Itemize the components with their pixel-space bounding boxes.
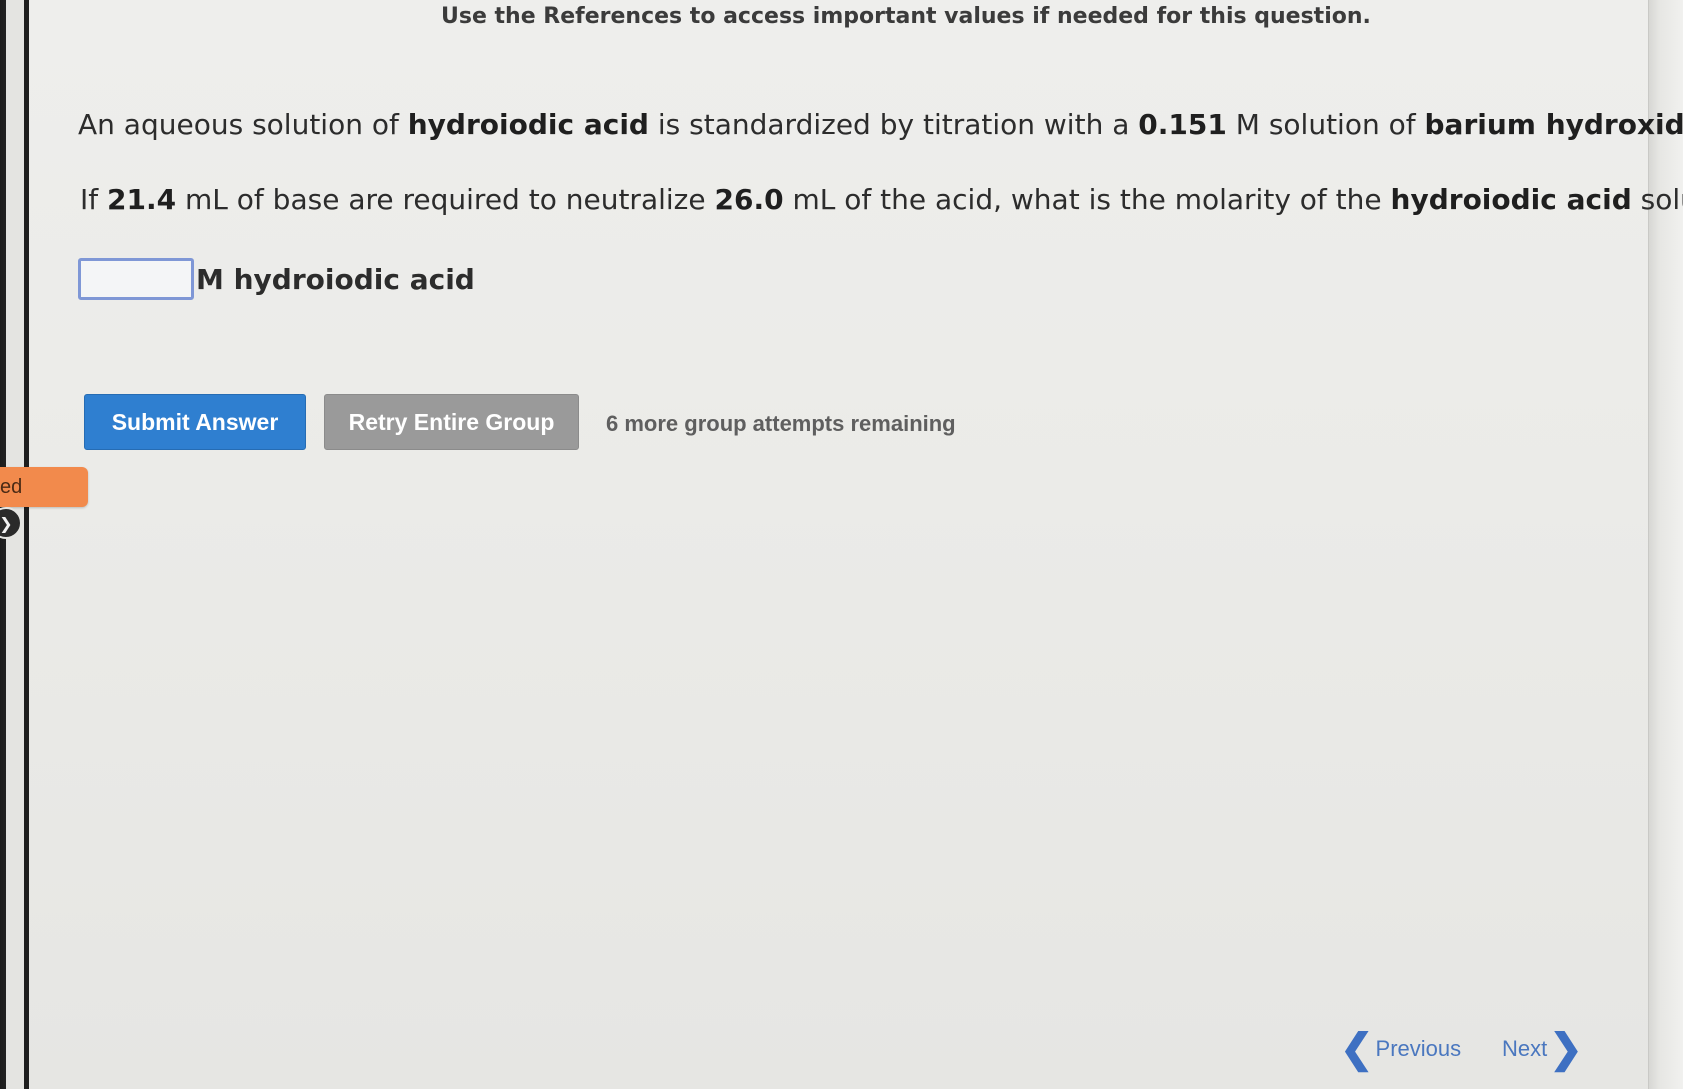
left-panel-strip bbox=[6, 0, 29, 1089]
question-text: mL of base are required to neutralize bbox=[176, 183, 715, 216]
question-term: hydroiodic acid bbox=[1390, 183, 1632, 216]
previous-button[interactable]: ❮ Previous bbox=[1340, 1028, 1461, 1070]
question-text: mL of the acid, what is the molarity of … bbox=[783, 183, 1391, 216]
question-paragraph-1: An aqueous solution of hydroiodic acid i… bbox=[78, 108, 1683, 141]
question-paragraph-2: If 21.4 mL of base are required to neutr… bbox=[80, 183, 1683, 216]
right-edge bbox=[1648, 0, 1683, 1089]
question-term: barium hydroxide bbox=[1424, 108, 1683, 141]
molarity-answer-input[interactable] bbox=[78, 258, 194, 300]
chevron-right-icon: ❯ bbox=[1549, 1027, 1583, 1071]
attempts-remaining-text: 6 more group attempts remaining bbox=[606, 411, 956, 436]
page: Use the References to access important v… bbox=[0, 0, 1683, 1089]
question-value: 0.151 bbox=[1138, 108, 1227, 141]
question-text: If bbox=[80, 183, 108, 216]
question-value: 26.0 bbox=[714, 183, 784, 216]
question-text: An aqueous solution of bbox=[78, 108, 408, 141]
answer-unit-label: M hydroiodic acid bbox=[196, 262, 475, 296]
references-note: Use the References to access important v… bbox=[441, 4, 1371, 29]
side-tab[interactable]: ed bbox=[0, 467, 88, 507]
question-text: solution? bbox=[1640, 183, 1683, 216]
retry-entire-group-button[interactable]: Retry Entire Group bbox=[324, 394, 579, 450]
previous-label: Previous bbox=[1375, 1036, 1462, 1061]
chevron-left-icon: ❮ bbox=[1340, 1027, 1374, 1071]
answer-row: M hydroiodic acid bbox=[78, 254, 475, 304]
question-text: is standardized by titration with a bbox=[648, 108, 1139, 141]
next-button[interactable]: Next ❯ bbox=[1502, 1028, 1583, 1070]
question-term: hydroiodic acid bbox=[407, 108, 649, 141]
side-tab-label: ed bbox=[0, 475, 23, 498]
submit-answer-button[interactable]: Submit Answer bbox=[84, 394, 306, 450]
next-label: Next bbox=[1502, 1036, 1548, 1061]
question-text: M solution of bbox=[1226, 108, 1425, 141]
question-value: 21.4 bbox=[107, 183, 177, 216]
